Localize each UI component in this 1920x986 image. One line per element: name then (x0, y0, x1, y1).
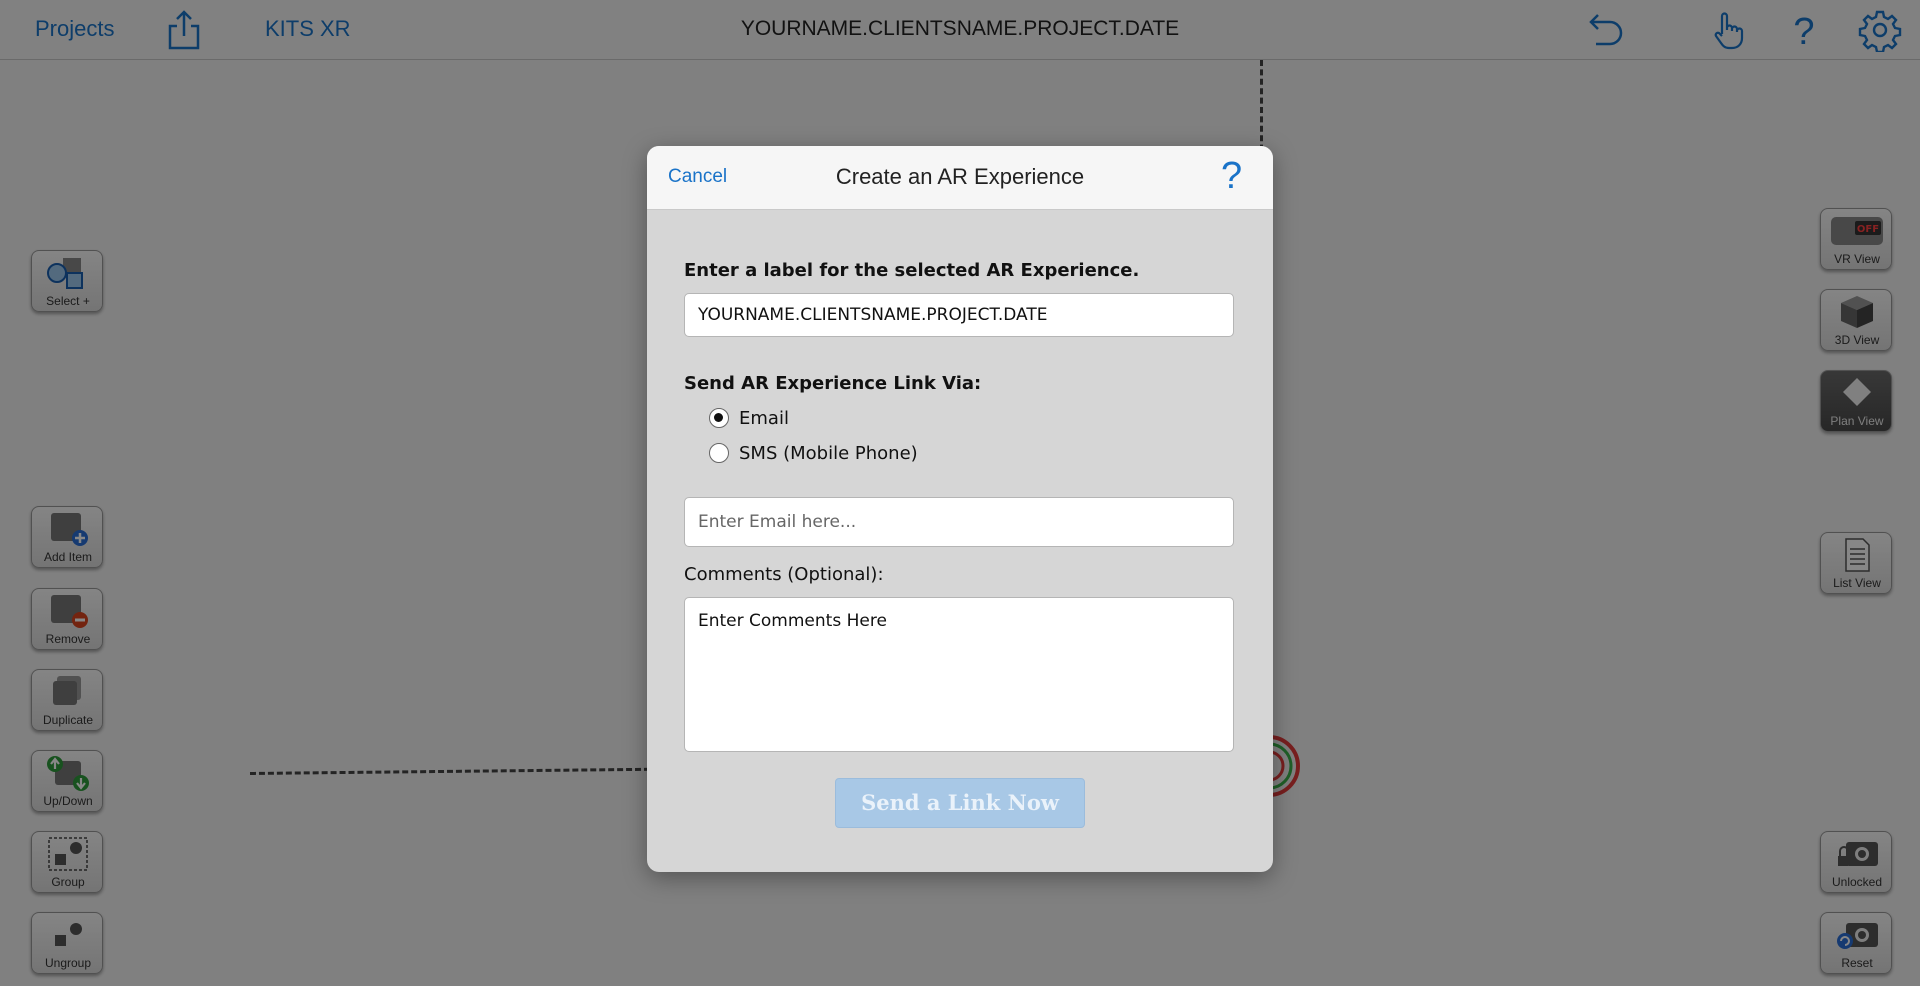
comments-textarea[interactable] (684, 597, 1234, 752)
ar-label-input[interactable] (684, 293, 1234, 337)
label-prompt: Enter a label for the selected AR Experi… (684, 260, 1140, 281)
radio-email[interactable]: Email (709, 404, 789, 432)
radio-button-email[interactable] (709, 408, 729, 428)
radio-label: Email (739, 407, 789, 429)
create-ar-experience-dialog: Cancel Create an AR Experience ? Enter a… (647, 146, 1273, 872)
dialog-header: Cancel Create an AR Experience ? (647, 146, 1273, 210)
radio-label: SMS (Mobile Phone) (739, 442, 918, 464)
send-via-label: Send AR Experience Link Via: (684, 373, 982, 394)
radio-sms[interactable]: SMS (Mobile Phone) (709, 439, 918, 467)
email-input[interactable] (684, 497, 1234, 547)
radio-button-sms[interactable] (709, 443, 729, 463)
comments-label: Comments (Optional): (684, 564, 884, 585)
dialog-title: Create an AR Experience (835, 164, 1085, 189)
send-link-button[interactable]: Send a Link Now (835, 778, 1085, 828)
cancel-button[interactable]: Cancel (668, 166, 727, 188)
help-icon[interactable]: ? (1221, 154, 1242, 198)
